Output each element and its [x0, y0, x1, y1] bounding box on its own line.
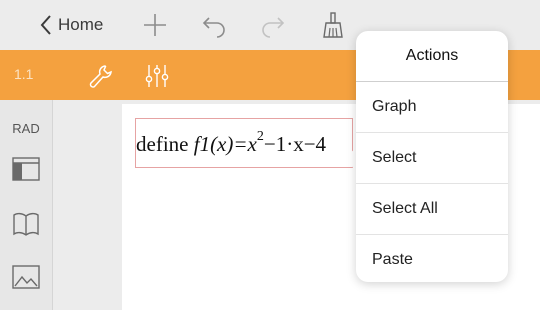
clear-broom-icon[interactable]	[320, 12, 346, 38]
function-definition: f1(x)=x	[193, 132, 257, 156]
undo-icon[interactable]	[201, 12, 227, 38]
actions-popover: Actions Graph Select Select All Paste	[356, 31, 508, 282]
menu-item-graph[interactable]: Graph	[356, 82, 508, 133]
add-icon[interactable]	[142, 12, 168, 38]
angle-mode-indicator[interactable]: RAD	[0, 121, 52, 136]
define-keyword: define	[136, 132, 189, 156]
chevron-left-icon	[40, 15, 51, 35]
menu-item-select-all[interactable]: Select All	[356, 184, 508, 235]
popover-title: Actions	[356, 31, 508, 82]
popover-arrow	[343, 148, 356, 170]
home-label: Home	[58, 15, 104, 34]
book-icon[interactable]	[11, 211, 41, 237]
math-expression: define f1(x)=x2−1·x−4	[136, 129, 327, 157]
settings-sliders-icon[interactable]	[144, 63, 170, 89]
home-button[interactable]: Home	[40, 13, 103, 37]
menu-item-select[interactable]: Select	[356, 133, 508, 184]
left-rail: RAD	[0, 100, 53, 310]
page-number[interactable]: 1.1	[14, 66, 33, 82]
image-gallery-icon[interactable]	[11, 264, 41, 290]
redo-icon[interactable]	[260, 12, 286, 38]
page-layout-icon[interactable]	[11, 156, 41, 182]
exponent: 2	[256, 129, 264, 144]
expression-remainder: −1·x−4	[263, 132, 327, 156]
math-expression-box[interactable]: define f1(x)=x2−1·x−4	[135, 118, 353, 168]
menu-item-paste[interactable]: Paste	[356, 235, 508, 285]
wrench-icon[interactable]	[88, 63, 114, 89]
